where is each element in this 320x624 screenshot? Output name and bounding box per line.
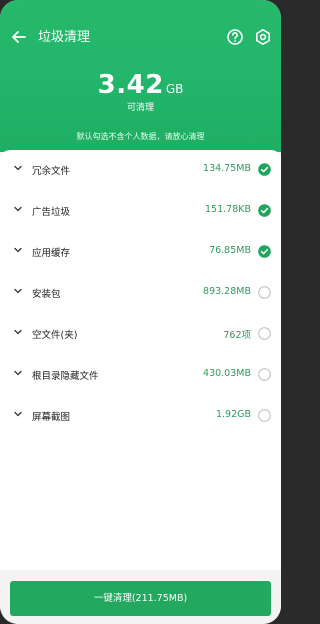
unchecked-checkbox-icon[interactable] [258, 286, 271, 299]
junk-category-list: 冗余文件 134.75MB 广告垃圾 151.78KB 应用缓存 76.85MB… [0, 150, 281, 570]
chevron-down-icon[interactable] [12, 162, 24, 174]
list-item[interactable]: 屏幕截图 1.92GB [0, 396, 281, 437]
checked-checkbox-icon[interactable] [258, 245, 271, 258]
back-arrow-icon[interactable] [10, 28, 28, 46]
safety-notice: 默认勾选不含个人数据，请放心清理 [76, 132, 205, 141]
list-item[interactable]: 冗余文件 134.75MB [0, 150, 281, 191]
screen: 垃圾清理 3.42 GB 可清理 默认勾选不含个人数据，请放心清理 冗余文件 1… [0, 0, 281, 624]
chevron-down-icon[interactable] [12, 244, 24, 256]
item-label: 应用缓存 [32, 248, 71, 259]
item-size: 430.03MB [203, 368, 251, 379]
toolbar: 垃圾清理 [0, 24, 281, 52]
one-click-clean-button[interactable]: 一键清理(211.75MB) [10, 581, 271, 616]
header: 垃圾清理 3.42 GB 可清理 默认勾选不含个人数据，请放心清理 [0, 0, 281, 152]
footer-bar: 一键清理(211.75MB) [0, 570, 281, 624]
list-item[interactable]: 空文件(夹) 762项 [0, 314, 281, 355]
item-label: 屏幕截图 [32, 412, 71, 423]
item-size: 1.92GB [215, 409, 251, 420]
checked-checkbox-icon[interactable] [258, 163, 271, 176]
item-size: 151.78KB [205, 204, 251, 215]
size-unit: GB [165, 82, 184, 96]
help-icon[interactable] [225, 27, 245, 47]
settings-gear-icon[interactable] [253, 27, 273, 47]
cleanable-size: 3.42 GB [0, 70, 281, 100]
page-title: 垃圾清理 [38, 30, 91, 45]
item-size: 134.75MB [203, 163, 251, 174]
item-size: 76.85MB [209, 245, 251, 256]
help-icon-svg [227, 29, 243, 45]
chevron-down-icon[interactable] [12, 408, 24, 420]
checked-checkbox-icon[interactable] [258, 204, 271, 217]
unchecked-checkbox-icon[interactable] [258, 327, 271, 340]
unchecked-checkbox-icon[interactable] [258, 368, 271, 381]
back-arrow-icon-svg [12, 31, 26, 43]
list-item[interactable]: 广告垃圾 151.78KB [0, 191, 281, 232]
list-item[interactable]: 安装包 893.28MB [0, 273, 281, 314]
list-item[interactable]: 根目录隐藏文件 430.03MB [0, 355, 281, 396]
chevron-down-icon[interactable] [12, 285, 24, 297]
chevron-down-icon[interactable] [12, 203, 24, 215]
size-value: 3.42 [97, 70, 164, 100]
item-label: 冗余文件 [32, 166, 71, 177]
item-label: 根目录隐藏文件 [32, 371, 99, 382]
chevron-down-icon[interactable] [12, 367, 24, 379]
item-label: 空文件(夹) [32, 330, 78, 341]
unchecked-checkbox-icon[interactable] [258, 409, 271, 422]
chevron-down-icon[interactable] [12, 326, 24, 338]
item-size: 762项 [223, 330, 251, 341]
item-label: 安装包 [32, 289, 61, 300]
item-size: 893.28MB [203, 286, 251, 297]
list-item[interactable]: 应用缓存 76.85MB [0, 232, 281, 273]
size-caption: 可清理 [126, 103, 154, 113]
item-label: 广告垃圾 [32, 207, 71, 218]
gear-icon-svg [256, 29, 270, 45]
